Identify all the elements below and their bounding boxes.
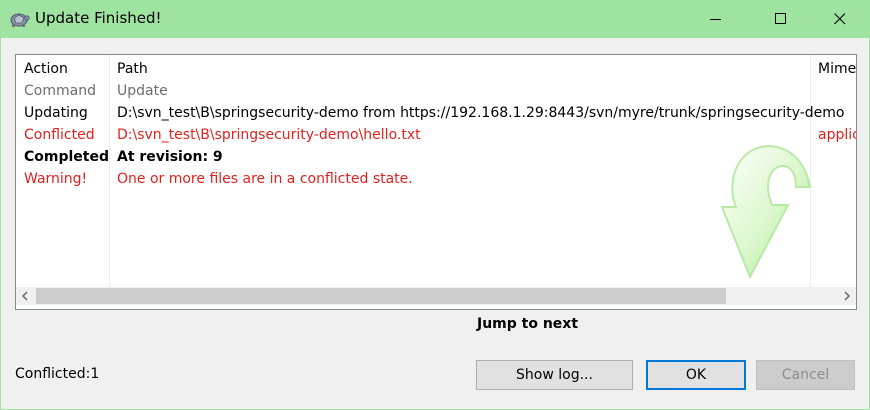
scroll-left-icon [22,291,28,301]
scroll-left-button[interactable] [16,287,34,305]
status-text: Conflicted:1 [15,366,100,382]
close-icon [834,13,846,25]
list-item-action[interactable]: Conflicted [24,125,95,145]
list-item-path[interactable]: At revision: 9 [117,147,223,167]
list-item-mime[interactable]: applic [818,125,856,145]
list-item-action[interactable]: Command [24,81,96,101]
title-bar: Update Finished! [0,0,870,38]
close-button[interactable] [816,0,862,38]
list-item-path[interactable]: D:\svn_test\B\springsecurity-demo\hello.… [117,125,421,145]
dialog-client: Action Path Mime Command Update Updating… [1,38,869,409]
list-item-path[interactable]: One or more files are in a conflicted st… [117,169,413,189]
column-header-action[interactable]: Action [24,59,68,79]
column-header-mime[interactable]: Mime [818,59,856,79]
app-turtle-icon [8,9,30,29]
column-header-path[interactable]: Path [117,59,148,79]
update-arrow-icon [692,135,822,285]
column-separator [109,55,110,287]
list-item-action[interactable]: Warning! [24,169,87,189]
maximize-button[interactable] [757,0,803,38]
maximize-icon [775,13,786,24]
list-item-action[interactable]: Updating [24,103,88,123]
list-item-action[interactable]: Completed [24,147,109,167]
show-log-button[interactable]: Show log... [476,360,633,390]
scrollbar-thumb[interactable] [36,288,726,304]
list-item-path[interactable]: Update [117,81,168,101]
list-item-path[interactable]: D:\svn_test\B\springsecurity-demo from h… [117,103,845,123]
window-title: Update Finished! [35,9,162,27]
scroll-right-button[interactable] [838,287,856,305]
results-list[interactable]: Action Path Mime Command Update Updating… [15,54,857,310]
horizontal-scrollbar[interactable] [16,287,856,305]
minimize-icon [710,19,721,20]
cancel-button[interactable]: Cancel [756,360,855,390]
jump-to-next-link[interactable]: Jump to next [477,316,578,332]
scroll-right-icon [844,291,850,301]
ok-button[interactable]: OK [646,360,746,390]
minimize-button[interactable] [692,0,738,38]
